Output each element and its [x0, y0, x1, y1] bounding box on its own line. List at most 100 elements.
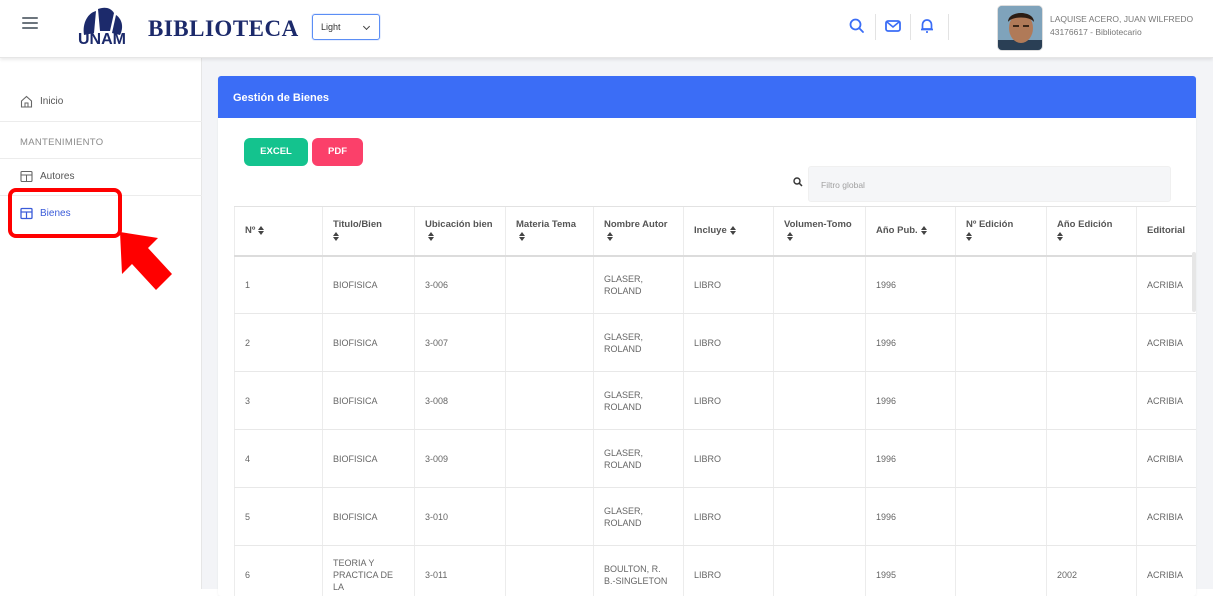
sidebar-item-inicio[interactable]: Inicio: [0, 84, 202, 120]
table-cell-anio_edicion: [1047, 256, 1137, 314]
table-icon: [20, 170, 33, 183]
table-cell-materia: [506, 256, 594, 314]
sort-icon: [1057, 232, 1064, 241]
table-cell-anio_pub: 1996: [866, 314, 956, 372]
user-role: 43176617 - Bibliotecario: [1050, 27, 1142, 37]
table-cell-n: 6: [235, 546, 323, 596]
table-cell-anio_pub: 1996: [866, 256, 956, 314]
highlight-annotation: [8, 188, 122, 238]
table-cell-incluye: LIBRO: [684, 256, 774, 314]
column-header[interactable]: Editorial: [1137, 207, 1197, 256]
column-header[interactable]: Materia Tema: [506, 207, 594, 256]
table-cell-ubicacion: 3-009: [415, 430, 506, 488]
column-header[interactable]: Volumen-Tomo: [774, 207, 866, 256]
table-cell-n_edicion: [956, 546, 1047, 596]
table-cell-autor: GLASER, ROLAND: [594, 430, 684, 488]
sort-icon: [966, 232, 973, 241]
table-cell-anio_edicion: [1047, 488, 1137, 546]
table-cell-incluye: LIBRO: [684, 314, 774, 372]
sidebar-item-label: Autores: [40, 171, 74, 182]
table-cell-titulo: TEORIA Y PRACTICA DE LA: [323, 546, 415, 596]
table-row[interactable]: 3BIOFISICA3-008GLASER, ROLANDLIBRO1996AC…: [235, 372, 1197, 430]
table-cell-n_edicion: [956, 430, 1047, 488]
user-photo: [998, 6, 1043, 51]
sort-icon: [607, 232, 614, 241]
table-cell-incluye: LIBRO: [684, 488, 774, 546]
table-cell-n: 1: [235, 256, 323, 314]
table-cell-materia: [506, 314, 594, 372]
table-cell-incluye: LIBRO: [684, 546, 774, 596]
table-cell-anio_pub: 1996: [866, 372, 956, 430]
table-cell-titulo: BIOFISICA: [323, 256, 415, 314]
logo-text: UNAM: [74, 31, 130, 49]
table-cell-n: 4: [235, 430, 323, 488]
table-cell-titulo: BIOFISICA: [323, 430, 415, 488]
table-cell-anio_pub: 1996: [866, 430, 956, 488]
avatar[interactable]: [997, 5, 1043, 51]
mail-icon[interactable]: [884, 17, 902, 35]
app-title: BIBLIOTECA: [148, 16, 318, 42]
pdf-button[interactable]: PDF: [312, 138, 363, 166]
table-cell-ubicacion: 3-010: [415, 488, 506, 546]
table-cell-editorial: ACRIBIA: [1137, 430, 1197, 488]
table-cell-n: 3: [235, 372, 323, 430]
table-cell-materia: [506, 372, 594, 430]
table-cell-incluye: LIBRO: [684, 430, 774, 488]
bell-icon[interactable]: [918, 17, 936, 35]
scrollbar[interactable]: [1192, 252, 1196, 312]
table-row[interactable]: 4BIOFISICA3-009 GLASER, ROLANDLIBRO 1996 AC…: [235, 430, 1197, 488]
table-cell-titulo: BIOFISICA: [323, 488, 415, 546]
sort-icon: [258, 226, 265, 235]
table-cell-n: 2: [235, 314, 323, 372]
sort-icon: [428, 232, 435, 241]
table-cell-n_edicion: [956, 488, 1047, 546]
top-bar: UNAM BIBLIOTECA Light LAQUISE ACERO, JUA…: [0, 0, 1213, 58]
sidebar: Inicio MANTENIMIENTO Autores Bienes: [0, 58, 202, 589]
table-cell-n_edicion: [956, 372, 1047, 430]
column-header[interactable]: Incluye: [684, 207, 774, 256]
table-cell-titulo: BIOFISICA: [323, 314, 415, 372]
table-row[interactable]: 1BIOFISICA3-006GLASER, ROLANDLIBRO1996AC…: [235, 256, 1197, 314]
search-icon: [793, 177, 803, 187]
divider: [875, 14, 876, 40]
home-icon: [20, 95, 33, 108]
table-cell-ubicacion: 3-008: [415, 372, 506, 430]
column-header[interactable]: Nombre Autor: [594, 207, 684, 256]
column-header[interactable]: Titulo/Bien: [323, 207, 415, 256]
search-icon[interactable]: [848, 17, 866, 35]
arrow-annotation-icon: [112, 228, 174, 294]
column-header[interactable]: Año Pub.: [866, 207, 956, 256]
table-cell-editorial: ACRIBIA: [1137, 546, 1197, 596]
table-cell-n_edicion: [956, 256, 1047, 314]
sidebar-item-label: Inicio: [40, 96, 63, 107]
table-cell-volumen: [774, 314, 866, 372]
table-cell-anio_edicion: [1047, 430, 1137, 488]
table-cell-autor: GLASER, ROLAND: [594, 372, 684, 430]
table-cell-materia: [506, 430, 594, 488]
theme-select[interactable]: Light: [312, 14, 380, 40]
table-cell-anio_edicion: [1047, 314, 1137, 372]
table-cell-n_edicion: [956, 314, 1047, 372]
table-row[interactable]: 5BIOFISICA3-010GLASER, ROLANDLIBRO1996AC…: [235, 488, 1197, 546]
table-cell-autor: BOULTON, R. B.-SINGLETON: [594, 546, 684, 596]
divider: [948, 14, 949, 40]
table-cell-materia: [506, 546, 594, 596]
table-cell-autor: GLASER, ROLAND: [594, 314, 684, 372]
table-cell-autor: GLASER, ROLAND: [594, 488, 684, 546]
column-header[interactable]: Ubicación bien: [415, 207, 506, 256]
excel-button[interactable]: EXCEL: [244, 138, 308, 166]
table-cell-autor: GLASER, ROLAND: [594, 256, 684, 314]
divider: [0, 121, 202, 122]
menu-icon[interactable]: [22, 16, 38, 30]
table-row[interactable]: 2BIOFISICA3-007GLASER, ROLANDLIBRO1996AC…: [235, 314, 1197, 372]
table-cell-volumen: [774, 256, 866, 314]
global-filter-input[interactable]: Filtro global: [808, 166, 1171, 202]
column-header[interactable]: Nº: [235, 207, 323, 256]
sort-icon: [333, 232, 340, 241]
column-header[interactable]: Año Edición: [1047, 207, 1137, 256]
table-row[interactable]: 6TEORIA Y PRACTICA DE LA3-011BOULTON, R.…: [235, 546, 1197, 596]
column-header[interactable]: Nº Edición: [956, 207, 1047, 256]
table-header-row: Nº Titulo/Bien Ubicación bien Materia Te…: [235, 207, 1197, 256]
table-cell-n: 5: [235, 488, 323, 546]
bienes-card: Gestión de Bienes EXCEL PDF Filtro globa…: [218, 76, 1196, 596]
